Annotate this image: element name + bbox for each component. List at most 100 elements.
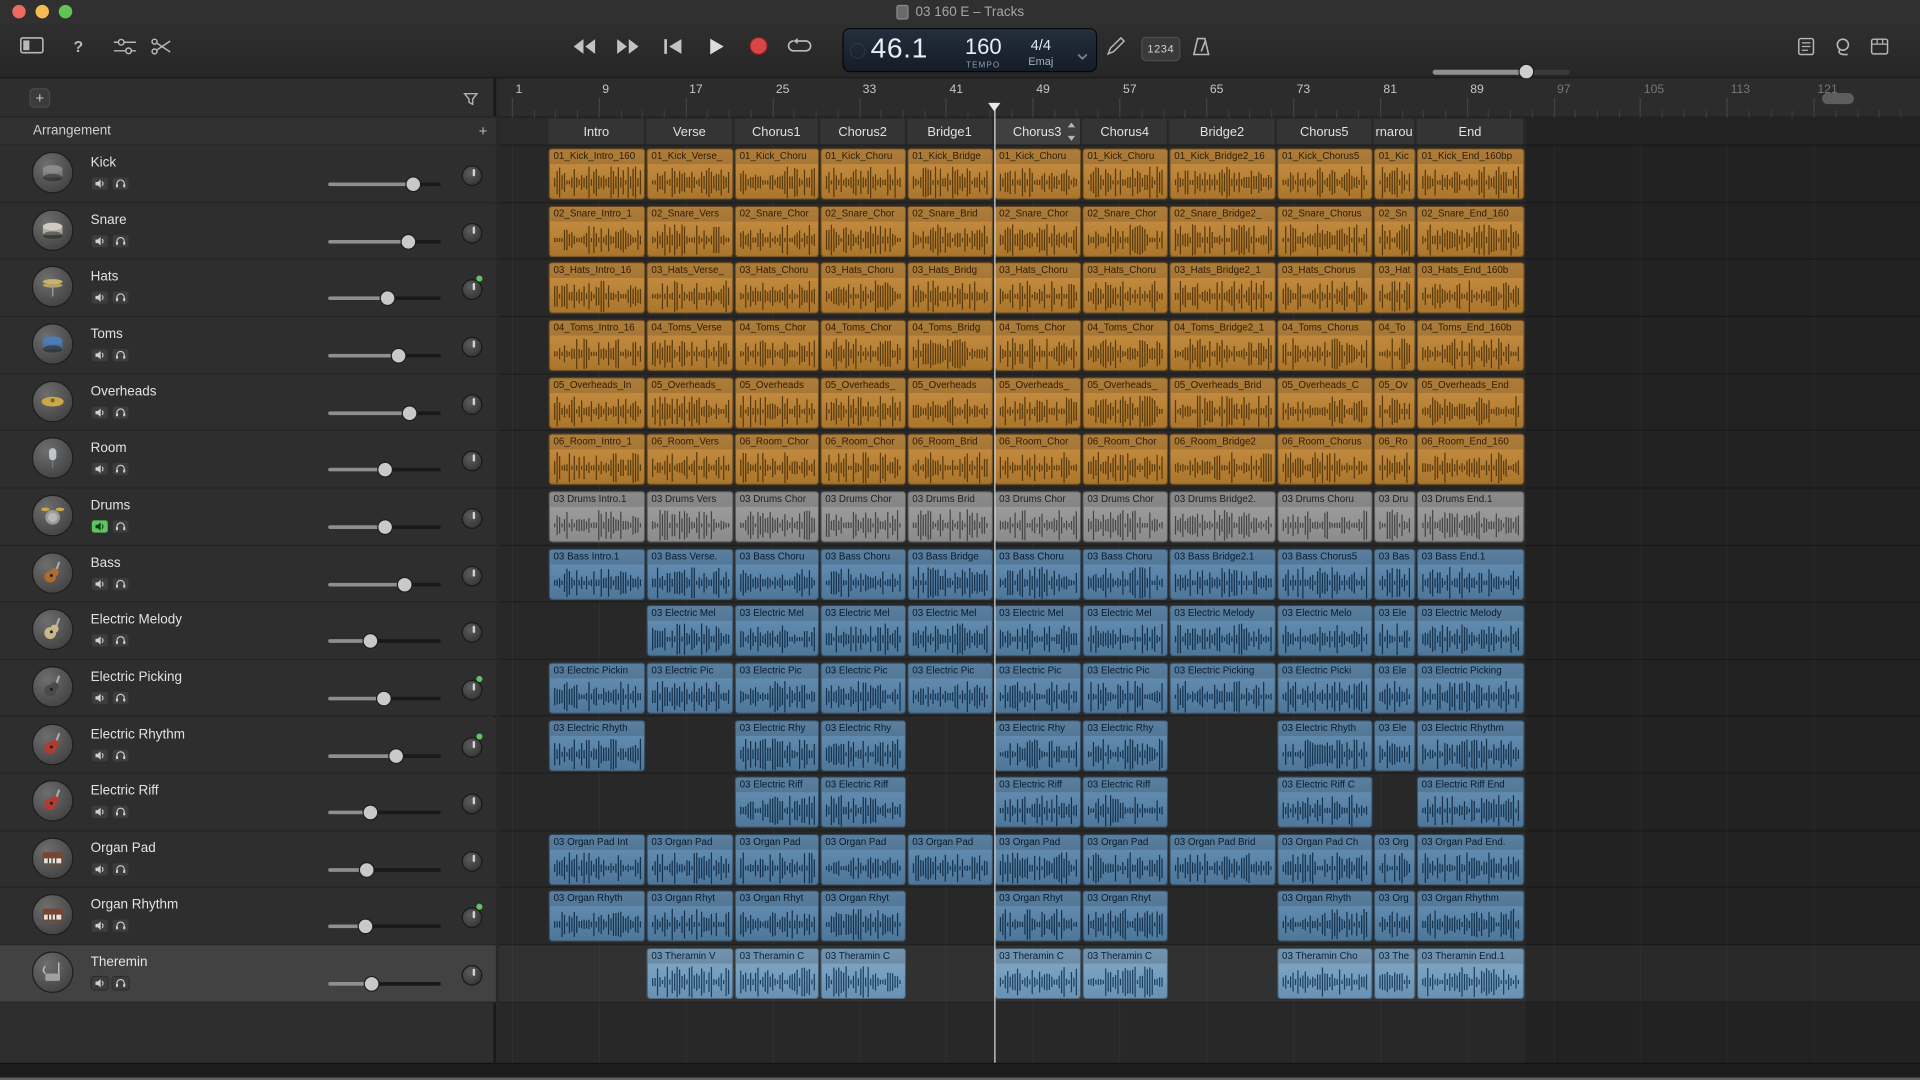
region[interactable]: 01_Kick_Choru <box>994 148 1081 199</box>
region[interactable]: 03_Hats_Choru <box>994 262 1081 313</box>
region[interactable]: 02_Snare_Chorus <box>1277 205 1373 256</box>
region[interactable]: 03 Organ Rhyt <box>1082 891 1168 942</box>
region[interactable]: 03 Electric Mel <box>647 605 734 656</box>
region[interactable]: 03 Org <box>1374 891 1416 942</box>
quick-help-button[interactable]: ? <box>61 33 95 65</box>
region[interactable]: 03 Electric Pic <box>735 662 819 713</box>
region[interactable]: 04_To <box>1374 320 1416 371</box>
region[interactable]: 03 The <box>1374 948 1416 999</box>
notepad-button[interactable] <box>1790 33 1822 65</box>
region[interactable]: 03 Bass Bridge <box>907 548 993 599</box>
track-header-toms[interactable]: Toms <box>0 317 496 374</box>
solo-button[interactable] <box>111 519 129 534</box>
pan-knob[interactable] <box>462 565 483 586</box>
mute-button[interactable] <box>91 519 109 534</box>
region[interactable]: 03 Drums Choru <box>1277 491 1373 542</box>
region[interactable]: 02_Snare_Chor <box>735 205 819 256</box>
region[interactable]: 03 Drums Brid <box>907 491 993 542</box>
region[interactable]: 03 Ele <box>1374 662 1416 713</box>
playhead-line[interactable] <box>994 103 995 1063</box>
region[interactable]: 03 Drums Chor <box>1082 491 1168 542</box>
add-track-button[interactable]: + <box>29 88 50 108</box>
region[interactable]: 03_Hats_Verse_ <box>647 262 734 313</box>
filter-icon[interactable] <box>463 91 479 113</box>
region[interactable]: 03 Electric Pic <box>994 662 1081 713</box>
zoom-window-button[interactable] <box>59 5 72 18</box>
region[interactable]: 03_Hats_End_160b <box>1417 262 1525 313</box>
ruler-scroll-handle[interactable] <box>1822 93 1854 104</box>
mute-button[interactable] <box>91 291 109 306</box>
region[interactable]: 04_Toms_Chorus <box>1277 320 1373 371</box>
stepper-down-icon[interactable] <box>1068 136 1075 141</box>
pencil-button[interactable] <box>1100 33 1132 65</box>
region[interactable]: 03 Electric Pickin <box>549 662 646 713</box>
solo-button[interactable] <box>111 176 129 191</box>
pan-knob[interactable] <box>462 622 483 643</box>
region[interactable]: 03 Theramin C <box>994 948 1081 999</box>
region[interactable]: 03_Hats_Choru <box>1082 262 1168 313</box>
region[interactable]: 03 Organ Pad <box>735 834 819 885</box>
volume-slider-thumb[interactable] <box>405 176 421 192</box>
arrangement-add-button[interactable]: + <box>479 122 488 139</box>
track-header-electric-riff[interactable]: Electric Riff <box>0 774 496 831</box>
region[interactable]: 03 Electric Mel <box>994 605 1081 656</box>
mute-button[interactable] <box>91 919 109 934</box>
volume-slider-thumb[interactable] <box>364 976 380 992</box>
region[interactable]: 03 Electric Pic <box>1082 662 1168 713</box>
region[interactable]: 02_Sn <box>1374 205 1416 256</box>
mute-button[interactable] <box>91 976 109 991</box>
region[interactable]: 03 Theramin C <box>735 948 819 999</box>
region[interactable]: 03 Organ Pad <box>994 834 1081 885</box>
arrangement-marker-chorus2[interactable]: Chorus2 <box>820 119 906 145</box>
region[interactable]: 02_Snare_Chor <box>994 205 1081 256</box>
region[interactable]: 06_Room_Chor <box>994 434 1081 485</box>
mute-button[interactable] <box>91 405 109 420</box>
solo-button[interactable] <box>111 233 129 248</box>
pan-knob[interactable] <box>462 280 483 301</box>
region[interactable]: 01_Kick_Choru <box>820 148 906 199</box>
region[interactable]: 03 Organ Pad End. <box>1417 834 1525 885</box>
region[interactable]: 03 Organ Pad Ch <box>1277 834 1373 885</box>
region[interactable]: 02_Snare_Vers <box>647 205 734 256</box>
region[interactable]: 01_Kick_Choru <box>735 148 819 199</box>
region[interactable]: 06_Ro <box>1374 434 1416 485</box>
region[interactable]: 03 Organ Rhyt <box>820 891 906 942</box>
cycle-button[interactable] <box>781 32 818 66</box>
library-button[interactable] <box>15 33 49 65</box>
region[interactable]: 04_Toms_Verse <box>647 320 734 371</box>
minimize-window-button[interactable] <box>36 5 49 18</box>
region[interactable]: 03 Drums Chor <box>994 491 1081 542</box>
region[interactable]: 02_Snare_Chor <box>1082 205 1168 256</box>
solo-button[interactable] <box>111 633 129 648</box>
region[interactable]: 02_Snare_Chor <box>820 205 906 256</box>
pan-knob[interactable] <box>462 908 483 929</box>
region[interactable]: 01_Kick_Chorus5 <box>1277 148 1373 199</box>
track-header-electric-rhythm[interactable]: Electric Rhythm <box>0 717 496 774</box>
region[interactable]: 05_Overheads_End <box>1417 377 1525 428</box>
region[interactable]: 03 Organ Pad Int <box>549 834 646 885</box>
mute-button[interactable] <box>91 633 109 648</box>
volume-slider-thumb[interactable] <box>362 805 378 821</box>
playhead-handle[interactable] <box>988 103 1000 112</box>
volume-slider-thumb[interactable] <box>377 519 393 535</box>
region[interactable]: 03 Bass Choru <box>994 548 1081 599</box>
region[interactable]: 03_Hats_Chorus <box>1277 262 1373 313</box>
region[interactable]: 03 Organ Rhyt <box>994 891 1081 942</box>
region[interactable]: 03 Electric Mel <box>907 605 993 656</box>
region[interactable]: 03_Hats_Bridg <box>907 262 993 313</box>
region[interactable]: 03 Electric Picking <box>1169 662 1276 713</box>
region[interactable]: 04_Toms_Chor <box>735 320 819 371</box>
region[interactable]: 06_Room_End_160 <box>1417 434 1525 485</box>
arrangement-marker-chorus3[interactable]: Chorus3 <box>994 119 1081 145</box>
region[interactable]: 06_Room_Chorus <box>1277 434 1373 485</box>
volume-slider-thumb[interactable] <box>358 919 374 935</box>
region[interactable]: 03 Bass Chorus5 <box>1277 548 1373 599</box>
track-header-snare[interactable]: Snare <box>0 203 496 260</box>
region[interactable]: 05_Overheads_C <box>1277 377 1373 428</box>
region[interactable]: 03 Theramin V <box>647 948 734 999</box>
region[interactable]: 02_Snare_End_160 <box>1417 205 1525 256</box>
region[interactable]: 05_Overheads_Brid <box>1169 377 1276 428</box>
stepper-up-icon[interactable] <box>1068 122 1075 127</box>
region[interactable]: 06_Room_Intro_1 <box>549 434 646 485</box>
region[interactable]: 05_Overheads_ <box>647 377 734 428</box>
